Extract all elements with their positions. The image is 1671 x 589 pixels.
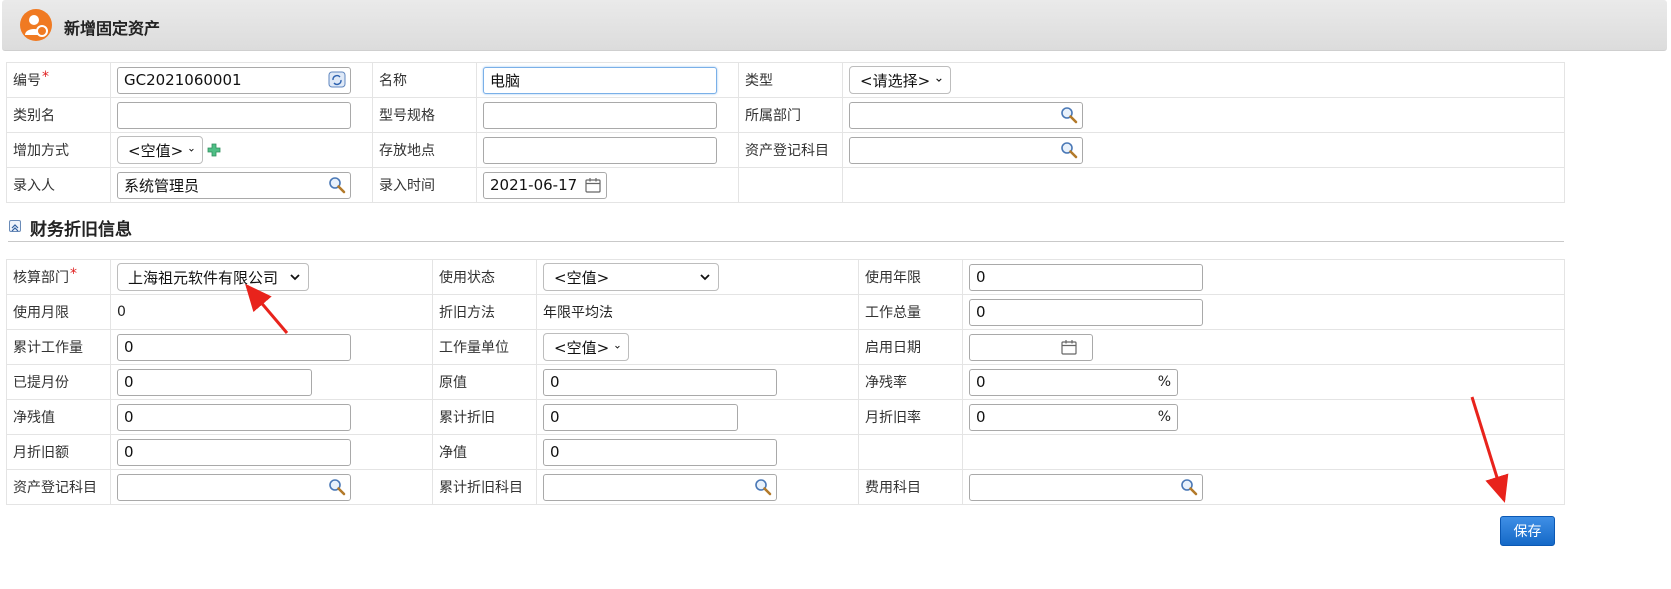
- add-method-label: 增加方式: [6, 132, 111, 168]
- use-status-label: 使用状态: [432, 259, 537, 295]
- residual-rate-label: 净残率: [858, 364, 963, 400]
- entered-by-label: 录入人: [6, 167, 111, 203]
- chevron-down-icon: [615, 345, 620, 349]
- accum-work-label: 累计工作量: [6, 329, 111, 365]
- section-title: 财务折旧信息: [30, 220, 132, 240]
- category-name-label: 类别名: [6, 97, 111, 133]
- acct-dept-select[interactable]: 上海祖元软件有限公司: [117, 263, 309, 291]
- monthly-amount-input[interactable]: 0: [117, 438, 351, 466]
- fin-asset-account-label: 资产登记科目: [6, 469, 111, 505]
- total-work-input[interactable]: 0: [969, 298, 1203, 326]
- search-icon[interactable]: [1060, 141, 1078, 159]
- search-icon[interactable]: [328, 176, 346, 194]
- type-label: 类型: [738, 62, 843, 98]
- entered-by-value: 系统管理员: [124, 176, 200, 195]
- months-accrued-input[interactable]: 0: [117, 368, 312, 396]
- work-unit-value: <空值>: [554, 338, 610, 357]
- finance-section-header: 财务折旧信息: [8, 213, 1564, 242]
- use-months-value: 0: [110, 294, 433, 330]
- depr-method-value: 年限平均法: [536, 294, 859, 330]
- work-unit-select[interactable]: <空值>: [543, 333, 629, 361]
- start-date-input[interactable]: [969, 333, 1093, 361]
- code-label: 编号*: [6, 62, 111, 98]
- chevron-down-icon: [936, 78, 942, 82]
- monthly-rate-label: 月折旧率: [858, 399, 963, 435]
- expense-account-label: 费用科目: [858, 469, 963, 505]
- name-input[interactable]: 电脑: [483, 66, 717, 94]
- accum-depr-input[interactable]: 0: [543, 403, 738, 431]
- residual-value-label: 净残值: [6, 399, 111, 435]
- use-years-label: 使用年限: [858, 259, 963, 295]
- months-accrued-label: 已提月份: [6, 364, 111, 400]
- percent-unit: %: [1157, 408, 1171, 425]
- use-status-select[interactable]: <空值>: [543, 263, 719, 291]
- net-value-input[interactable]: 0: [543, 438, 777, 466]
- add-method-value: <空值>: [128, 141, 184, 160]
- asset-account-label: 资产登记科目: [738, 132, 843, 168]
- chevron-down-icon: [290, 274, 300, 281]
- expense-account-input[interactable]: [969, 473, 1203, 501]
- work-unit-label: 工作量单位: [432, 329, 537, 365]
- residual-value-input[interactable]: 0: [117, 403, 351, 431]
- accum-work-input[interactable]: 0: [117, 333, 351, 361]
- model-label: 型号规格: [372, 97, 477, 133]
- finance-table: 核算部门* 上海祖元软件有限公司 使用状态 <空值> 使用年限 0 使用月限 0…: [6, 259, 1565, 505]
- save-button[interactable]: 保存: [1500, 516, 1555, 546]
- fin-asset-account-input[interactable]: [117, 473, 351, 501]
- calendar-icon[interactable]: [584, 176, 602, 194]
- name-label: 名称: [372, 62, 477, 98]
- type-select[interactable]: <请选择>: [849, 66, 951, 94]
- refresh-icon[interactable]: [328, 71, 346, 89]
- department-label: 所属部门: [738, 97, 843, 133]
- collapse-icon[interactable]: [9, 220, 21, 232]
- location-input[interactable]: [483, 136, 717, 164]
- acct-dept-value: 上海祖元软件有限公司: [128, 268, 279, 287]
- use-status-value: <空值>: [554, 268, 610, 287]
- original-value-label: 原值: [432, 364, 537, 400]
- percent-unit: %: [1157, 373, 1171, 390]
- entry-time-input[interactable]: 2021-06-17: [483, 171, 607, 199]
- search-icon[interactable]: [1060, 106, 1078, 124]
- search-icon[interactable]: [754, 478, 772, 496]
- accum-depr-account-label: 累计折旧科目: [432, 469, 537, 505]
- chevron-down-icon: [189, 148, 194, 152]
- model-input[interactable]: [483, 101, 717, 129]
- monthly-rate-input[interactable]: 0 %: [969, 403, 1178, 431]
- depr-method-label: 折旧方法: [432, 294, 537, 330]
- start-date-label: 启用日期: [858, 329, 963, 365]
- search-icon[interactable]: [1180, 478, 1198, 496]
- basic-info-table: 编号* GC2021060001 名称 电脑 类型 <请选择> 类别名 型号规格…: [6, 62, 1565, 203]
- use-months-label: 使用月限: [6, 294, 111, 330]
- accum-depr-account-input[interactable]: [543, 473, 777, 501]
- chevron-down-icon: [700, 274, 710, 281]
- add-method-select[interactable]: <空值>: [117, 136, 203, 164]
- total-work-label: 工作总量: [858, 294, 963, 330]
- original-value-input[interactable]: 0: [543, 368, 777, 396]
- net-value-label: 净值: [432, 434, 537, 470]
- code-value: GC2021060001: [124, 71, 242, 89]
- page-title: 新增固定资产: [64, 19, 161, 38]
- name-value: 电脑: [490, 71, 521, 90]
- category-name-input[interactable]: [117, 101, 351, 129]
- acct-dept-label: 核算部门*: [6, 259, 111, 295]
- department-input[interactable]: [849, 101, 1083, 129]
- location-label: 存放地点: [372, 132, 477, 168]
- add-icon[interactable]: [207, 143, 221, 157]
- entry-time-label: 录入时间: [372, 167, 477, 203]
- page-header: 新增固定资产: [2, 0, 1667, 51]
- asset-user-icon: [20, 9, 52, 41]
- calendar-icon[interactable]: [1060, 338, 1078, 356]
- entered-by-input[interactable]: 系统管理员: [117, 171, 351, 199]
- monthly-amount-label: 月折旧额: [6, 434, 111, 470]
- type-value: <请选择>: [860, 71, 931, 90]
- search-icon[interactable]: [328, 478, 346, 496]
- accum-depr-label: 累计折旧: [432, 399, 537, 435]
- asset-account-input[interactable]: [849, 136, 1083, 164]
- use-years-input[interactable]: 0: [969, 263, 1203, 291]
- residual-rate-input[interactable]: 0 %: [969, 368, 1178, 396]
- code-input[interactable]: GC2021060001: [117, 66, 351, 94]
